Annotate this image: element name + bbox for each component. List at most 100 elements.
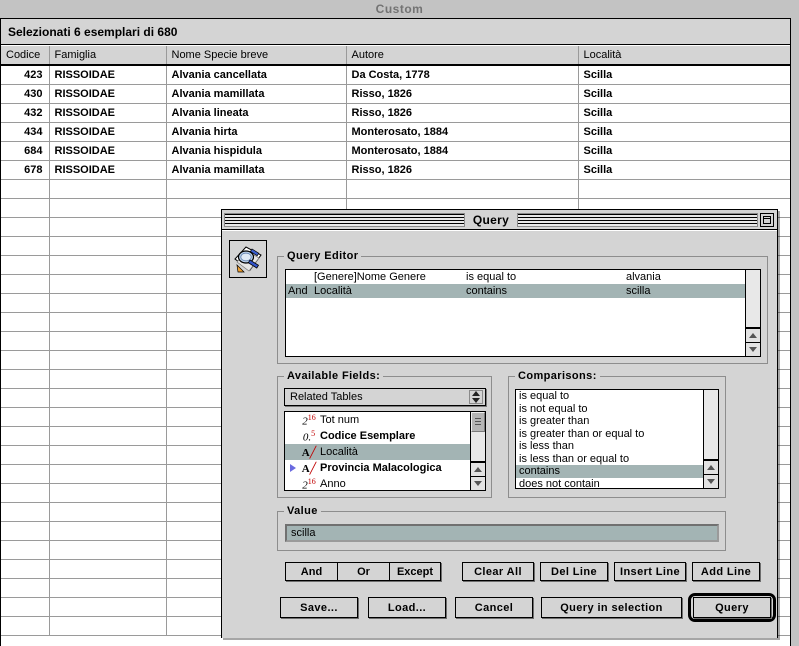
- table-cell[interactable]: Alvania hirta: [166, 122, 347, 142]
- table-cell[interactable]: Scilla: [578, 65, 790, 85]
- table-cell-empty[interactable]: [1, 179, 50, 199]
- table-cell-empty[interactable]: [49, 559, 167, 579]
- table-row[interactable]: 678 RISSOIDAE Alvania mamillata Risso, 1826…: [1, 160, 790, 180]
- table-cell[interactable]: Monterosato, 1884: [346, 122, 579, 142]
- table-cell-empty[interactable]: [1, 350, 50, 370]
- table-cell[interactable]: Alvania lineata: [166, 103, 347, 123]
- table-cell[interactable]: Scilla: [578, 84, 790, 104]
- table-cell-empty[interactable]: [346, 179, 579, 199]
- table-cell[interactable]: RISSOIDAE: [49, 122, 167, 142]
- table-cell-empty[interactable]: [1, 217, 50, 237]
- table-cell[interactable]: Da Costa, 1778: [346, 65, 579, 85]
- table-cell[interactable]: Alvania hispidula: [166, 141, 347, 161]
- insert-line-button[interactable]: Insert Line: [614, 562, 686, 581]
- table-cell[interactable]: Monterosato, 1884: [346, 141, 579, 161]
- column-header-codice[interactable]: Codice: [1, 46, 50, 66]
- table-cell-empty[interactable]: [49, 464, 167, 484]
- comparisons-rows[interactable]: is equal to is not equal to is greater tha…: [516, 390, 703, 488]
- available-fields-scrollbar[interactable]: [470, 412, 485, 490]
- query-button[interactable]: Query: [693, 597, 771, 618]
- table-cell[interactable]: Scilla: [578, 103, 790, 123]
- query-editor-row[interactable]: And Località contains scilla: [286, 284, 745, 298]
- query-editor-rows[interactable]: [Genere]Nome Genere is equal to alvania And…: [286, 270, 745, 356]
- comparison-item[interactable]: is less than: [516, 440, 703, 453]
- table-cell-empty[interactable]: [49, 578, 167, 598]
- table-cell[interactable]: 430: [1, 84, 50, 104]
- scroll-up-arrow-icon[interactable]: [704, 460, 718, 474]
- scroll-down-arrow-icon[interactable]: [471, 476, 485, 490]
- table-cell-empty[interactable]: [49, 502, 167, 522]
- table-cell[interactable]: Risso, 1826: [346, 103, 579, 123]
- cancel-button[interactable]: Cancel: [455, 597, 533, 618]
- clear-all-button[interactable]: Clear All: [462, 562, 534, 581]
- query-dialog[interactable]: Query Query Editor [Genere]Nome Genere i…: [221, 209, 778, 638]
- table-row[interactable]: 432 RISSOIDAE Alvania lineata Risso, 1826 Sc…: [1, 103, 790, 123]
- table-cell-empty[interactable]: [1, 597, 50, 617]
- table-cell-empty[interactable]: [1, 540, 50, 560]
- available-field-item[interactable]: 0.5 Codice Esemplare: [285, 428, 470, 444]
- scroll-up-arrow-icon[interactable]: [746, 328, 760, 342]
- table-cell-empty[interactable]: [1, 198, 50, 218]
- table-row[interactable]: 434 RISSOIDAE Alvania hirta Monterosato, 18…: [1, 122, 790, 142]
- available-fields-rows[interactable]: 216 Tot num 0.5 Codice Esemplare A╱ Località A…: [285, 412, 470, 490]
- table-cell[interactable]: RISSOIDAE: [49, 84, 167, 104]
- del-line-button[interactable]: Del Line: [540, 562, 608, 581]
- column-header-autore[interactable]: Autore: [346, 46, 579, 66]
- available-field-item[interactable]: A╱ Località: [285, 444, 470, 460]
- column-header-famiglia[interactable]: Famiglia: [49, 46, 167, 66]
- table-cell-empty[interactable]: [49, 616, 167, 636]
- table-cell-empty[interactable]: [1, 236, 50, 256]
- query-editor-scrollbar[interactable]: [745, 270, 760, 356]
- available-field-item[interactable]: A╱ Provincia Malacologica: [285, 460, 470, 476]
- table-cell-empty[interactable]: [1, 426, 50, 446]
- table-cell-empty[interactable]: [1, 445, 50, 465]
- table-cell[interactable]: Alvania mamillata: [166, 160, 347, 180]
- comparisons-scrollbar[interactable]: [703, 390, 718, 488]
- operator-button-group[interactable]: And Or Except: [285, 562, 441, 581]
- table-cell-empty[interactable]: [1, 407, 50, 427]
- save-button[interactable]: Save...: [280, 597, 358, 618]
- table-cell-empty[interactable]: [49, 445, 167, 465]
- collapse-box-icon[interactable]: [760, 212, 774, 227]
- comparison-item[interactable]: is greater than: [516, 415, 703, 428]
- fields-source-popup[interactable]: Related Tables: [284, 388, 486, 406]
- table-cell-empty[interactable]: [49, 236, 167, 256]
- column-header-localita[interactable]: Località: [578, 46, 790, 66]
- fields-scroll-track[interactable]: [471, 432, 485, 462]
- table-cell-empty[interactable]: [1, 388, 50, 408]
- scroll-down-arrow-icon[interactable]: [704, 474, 718, 488]
- add-line-button[interactable]: Add Line: [692, 562, 760, 581]
- table-cell-empty[interactable]: [49, 369, 167, 389]
- table-cell-empty[interactable]: [1, 521, 50, 541]
- table-cell-empty[interactable]: [1, 255, 50, 275]
- comparisons-scroll-track[interactable]: [704, 390, 718, 460]
- table-cell[interactable]: 432: [1, 103, 50, 123]
- table-cell-empty[interactable]: [49, 521, 167, 541]
- table-cell-empty[interactable]: [1, 464, 50, 484]
- table-cell-empty[interactable]: [1, 578, 50, 598]
- table-cell[interactable]: Alvania cancellata: [166, 65, 347, 85]
- table-cell[interactable]: RISSOIDAE: [49, 141, 167, 161]
- comparison-item[interactable]: contains: [516, 465, 703, 478]
- table-cell-empty[interactable]: [49, 426, 167, 446]
- scroll-up-arrow-icon[interactable]: [471, 462, 485, 476]
- table-cell-empty[interactable]: [49, 331, 167, 351]
- query-editor-list[interactable]: [Genere]Nome Genere is equal to alvania And…: [285, 269, 761, 357]
- table-cell-empty[interactable]: [49, 274, 167, 294]
- table-cell[interactable]: Scilla: [578, 160, 790, 180]
- disclosure-triangle-icon[interactable]: [287, 464, 298, 472]
- comparison-item[interactable]: is equal to: [516, 390, 703, 403]
- scroll-down-arrow-icon[interactable]: [746, 342, 760, 356]
- table-cell-empty[interactable]: [49, 597, 167, 617]
- table-cell[interactable]: 434: [1, 122, 50, 142]
- table-cell-empty[interactable]: [166, 179, 347, 199]
- dialog-titlebar[interactable]: Query: [222, 210, 777, 230]
- column-header-nome-specie-breve[interactable]: Nome Specie breve: [166, 46, 347, 66]
- table-cell[interactable]: Scilla: [578, 141, 790, 161]
- comparison-item[interactable]: is less than or equal to: [516, 453, 703, 466]
- table-row[interactable]: 423 RISSOIDAE Alvania cancellata Da Costa, …: [1, 65, 790, 85]
- table-cell-empty[interactable]: [49, 540, 167, 560]
- available-field-item[interactable]: 216 Anno: [285, 476, 470, 490]
- comparisons-list[interactable]: is equal to is not equal to is greater tha…: [515, 389, 719, 489]
- comparison-item[interactable]: is greater than or equal to: [516, 428, 703, 441]
